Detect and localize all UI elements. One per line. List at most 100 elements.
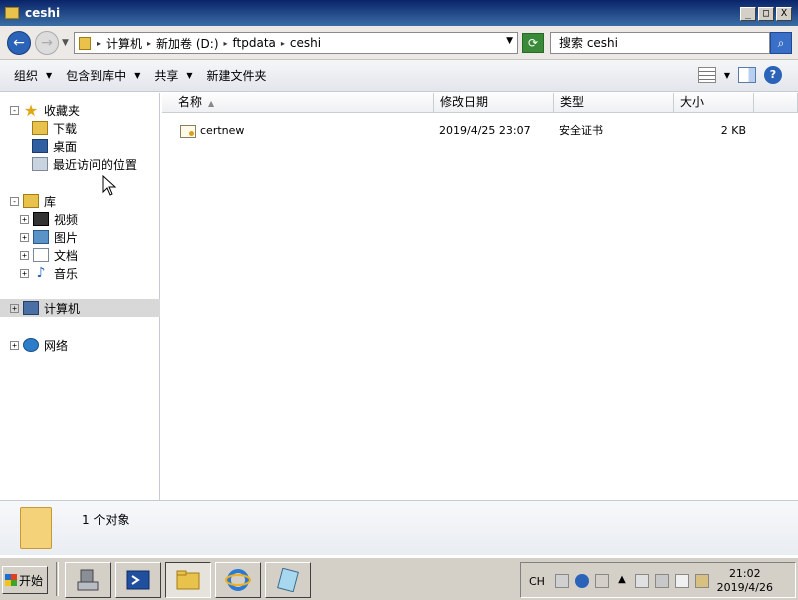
close-button[interactable]: X (776, 7, 792, 21)
help-icon[interactable]: ? (764, 66, 782, 84)
star-icon: ★ (23, 100, 39, 120)
new-folder-button[interactable]: 新建文件夹 (207, 67, 267, 84)
column-header-type[interactable]: 类型 (554, 93, 674, 113)
nav-desktop[interactable]: 桌面 (32, 137, 77, 155)
taskbar-separator (56, 562, 59, 596)
recent-places-icon (32, 157, 48, 171)
share-button[interactable]: 共享 ▼ (154, 67, 192, 84)
organize-button[interactable]: 组织 ▼ (14, 67, 52, 84)
clock-time: 21:02 (728, 567, 761, 580)
certificate-icon (180, 124, 196, 138)
view-dropdown-icon[interactable]: ▼ (724, 71, 730, 80)
expand-icon[interactable]: + (10, 340, 19, 350)
back-button[interactable]: ← (7, 31, 31, 55)
taskbar-explorer[interactable] (165, 562, 211, 598)
network-tray-icon[interactable] (695, 574, 709, 588)
libraries-icon (23, 194, 39, 208)
clock[interactable]: 21:02 2019/4/26 (717, 567, 773, 595)
breadcrumb-ftpdata[interactable]: ▸ ftpdata (224, 36, 276, 50)
column-header-name[interactable]: 名称 ▲ (162, 93, 434, 113)
sort-ascending-icon: ▲ (208, 99, 215, 108)
forward-button[interactable]: → (35, 31, 59, 55)
system-tray: CH ▲ 21:02 2019/4/26 (520, 562, 796, 598)
address-dropdown-icon[interactable]: ▼ (506, 36, 513, 46)
breadcrumb-computer[interactable]: ▸ 计算机 (97, 35, 142, 52)
nav-libraries[interactable]: - 库 (10, 192, 56, 210)
file-list: 名称 ▲ 修改日期 类型 大小 certnew 2019/4/25 23:07 安… (162, 93, 798, 500)
nav-pictures[interactable]: + 图片 (20, 228, 78, 246)
volume-icon[interactable] (655, 574, 669, 588)
start-button[interactable]: 开始 (2, 566, 48, 594)
taskbar-powershell[interactable] (115, 562, 161, 598)
expand-icon[interactable]: + (20, 214, 29, 224)
help-icon[interactable] (575, 574, 589, 588)
nav-network[interactable]: + 网络 (10, 336, 68, 354)
nav-downloads[interactable]: 下载 (32, 119, 77, 137)
recent-pages-dropdown[interactable]: ▼ (62, 38, 69, 48)
taskbar-notepad[interactable] (265, 562, 311, 598)
nav-recent-places[interactable]: 最近访问的位置 (32, 155, 137, 173)
expand-icon[interactable]: + (20, 268, 29, 278)
column-header-filler (754, 93, 798, 113)
file-name-cell[interactable]: certnew (180, 123, 244, 139)
file-size-cell: 2 KB (720, 124, 746, 137)
windows-logo-icon (5, 574, 17, 586)
video-icon (33, 212, 49, 226)
network-icon (23, 338, 39, 352)
mouse-cursor-icon (102, 175, 117, 196)
expand-icon[interactable]: + (20, 232, 29, 242)
nav-documents[interactable]: + 文档 (20, 246, 78, 264)
window-title: ceshi (25, 6, 61, 20)
expand-icon[interactable]: + (10, 303, 19, 313)
details-pane: 1 个对象 (0, 500, 798, 555)
server-manager-icon (77, 569, 99, 591)
input-language[interactable]: CH (529, 575, 545, 588)
expand-icon[interactable]: + (20, 250, 29, 260)
explorer-folder-icon (176, 570, 200, 590)
nav-favorites[interactable]: - ★ 收藏夹 (10, 100, 80, 120)
maximize-button[interactable]: □ (758, 7, 774, 21)
refresh-button[interactable]: ⟳ (522, 33, 544, 53)
minimize-button[interactable]: _ (740, 7, 756, 21)
command-bar: 组织 ▼ 包含到库中 ▼ 共享 ▼ 新建文件夹 ▼ ? (0, 60, 798, 92)
breadcrumb-drive[interactable]: ▸ 新加卷 (D:) (147, 35, 218, 52)
collapse-icon[interactable]: - (10, 196, 19, 206)
powershell-icon (126, 570, 150, 590)
keyboard-icon[interactable] (555, 574, 569, 588)
file-modified-cell: 2019/4/25 23:07 (439, 124, 531, 137)
folder-icon (79, 36, 91, 50)
taskbar-internet-explorer[interactable] (215, 562, 261, 598)
taskbar-server-manager[interactable] (65, 562, 111, 598)
music-icon: ♪ (36, 265, 46, 281)
pictures-icon (33, 230, 49, 244)
search-input[interactable]: 搜索 ceshi (550, 32, 770, 54)
action-center-icon[interactable] (635, 574, 649, 588)
address-bar[interactable]: ▸ 计算机 ▸ 新加卷 (D:) ▸ ftpdata ▸ ceshi ▼ (74, 32, 518, 54)
preview-pane-icon[interactable] (738, 67, 756, 83)
internet-explorer-icon (225, 569, 251, 591)
object-count: 1 个对象 (82, 513, 130, 527)
search-icon[interactable]: ⌕ (770, 32, 792, 54)
clock-date: 2019/4/26 (716, 581, 773, 594)
folder-large-icon (20, 507, 52, 549)
file-type-cell: 安全证书 (559, 124, 603, 137)
folder-icon (5, 7, 19, 19)
include-in-library-button[interactable]: 包含到库中 ▼ (66, 67, 140, 84)
desktop-icon (32, 139, 48, 153)
tray-options-icon[interactable] (595, 574, 609, 588)
show-hidden-icons-icon[interactable]: ▲ (615, 574, 629, 588)
taskbar: 开始 CH ▲ 21:02 2019/4/26 (0, 557, 798, 600)
computer-icon (23, 301, 39, 315)
nav-videos[interactable]: + 视频 (20, 210, 78, 228)
downloads-icon (32, 121, 48, 135)
nav-computer[interactable]: + 计算机 (0, 299, 160, 317)
column-header-size[interactable]: 大小 (674, 93, 754, 113)
column-header-modified[interactable]: 修改日期 (434, 93, 554, 113)
address-row: ← → ▼ ▸ 计算机 ▸ 新加卷 (D:) ▸ ftpdata ▸ ceshi ▼ ⟳… (0, 26, 798, 60)
flag-icon[interactable] (675, 574, 689, 588)
collapse-icon[interactable]: - (10, 105, 19, 115)
nav-music[interactable]: + ♪ 音乐 (20, 264, 78, 282)
window-titlebar[interactable]: ceshi _ □ X (0, 0, 798, 26)
breadcrumb-ceshi[interactable]: ▸ ceshi (281, 36, 321, 50)
change-view-icon[interactable] (697, 67, 716, 83)
